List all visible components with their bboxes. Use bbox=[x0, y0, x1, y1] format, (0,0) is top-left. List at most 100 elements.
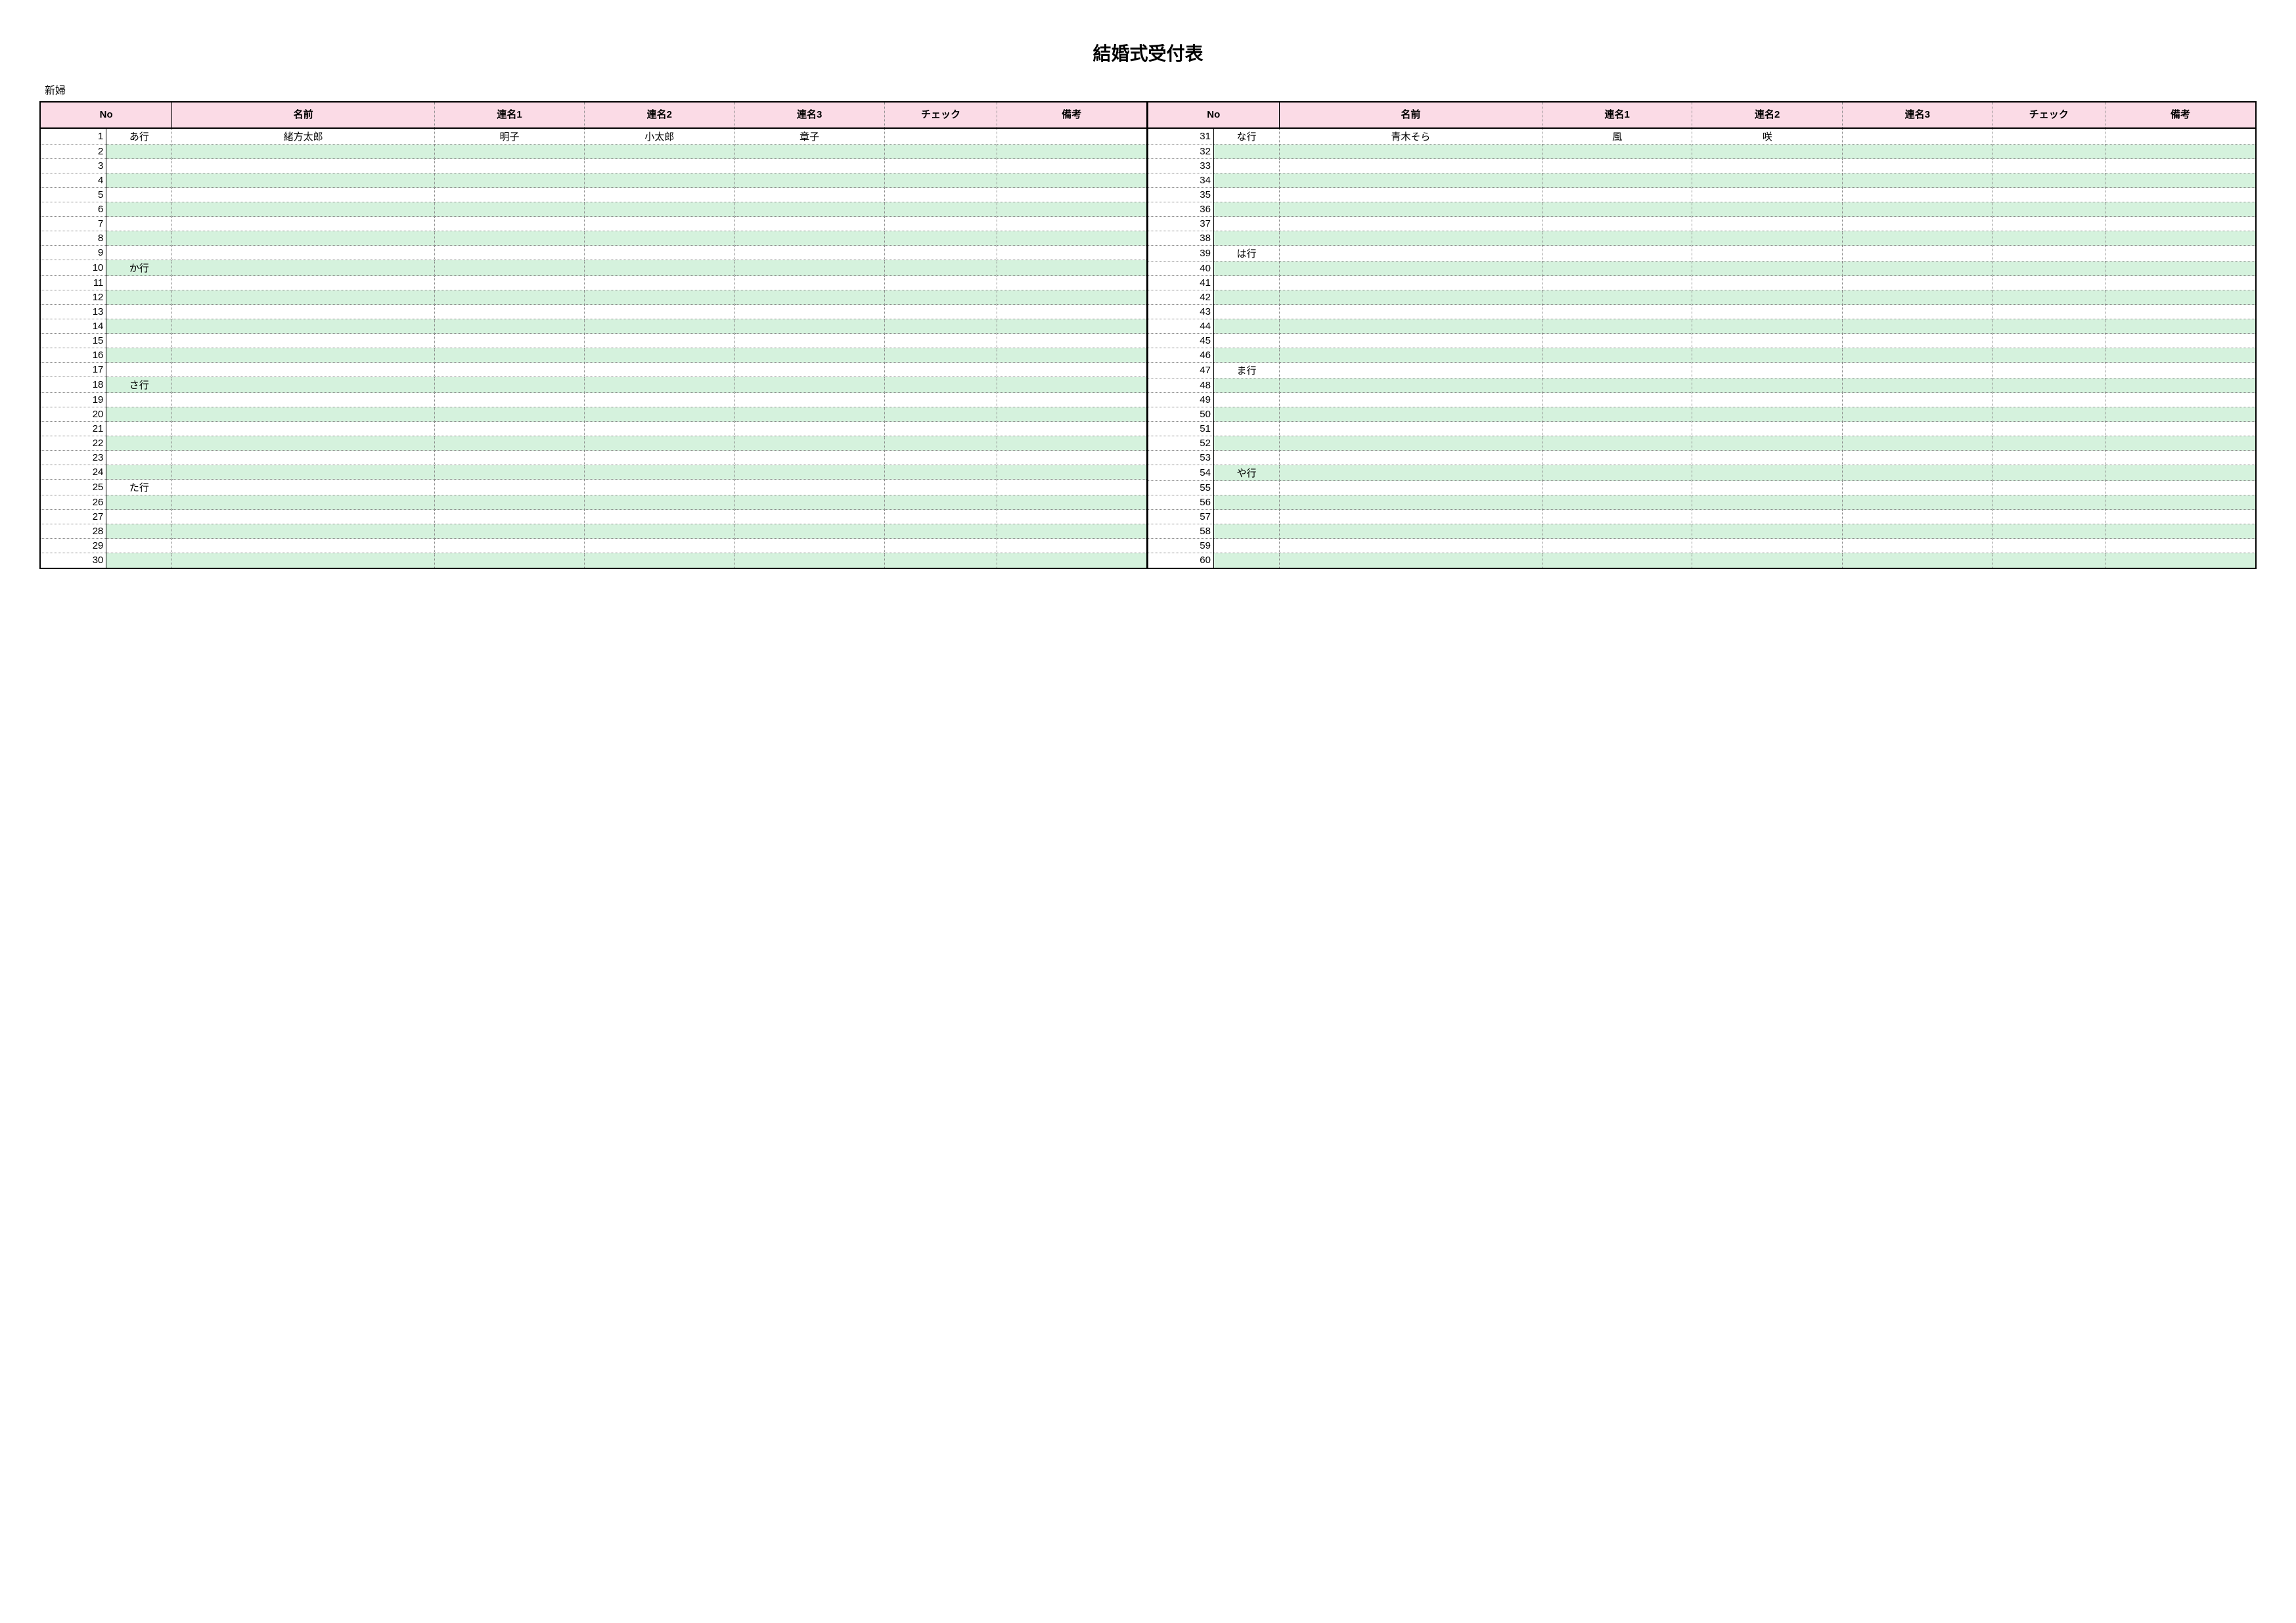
row-number: 58 bbox=[1148, 524, 1214, 539]
cell-name bbox=[1279, 202, 1542, 217]
cell-rn3 bbox=[1842, 145, 1992, 159]
cell-note bbox=[2105, 348, 2255, 363]
cell-rn2: 咲 bbox=[1692, 128, 1843, 145]
cell-rn3 bbox=[734, 465, 884, 480]
cell-rn3 bbox=[734, 436, 884, 451]
cell-check bbox=[884, 188, 997, 202]
cell-name bbox=[1279, 422, 1542, 436]
cell-rn2 bbox=[1692, 334, 1843, 348]
col-header: 名前 bbox=[172, 103, 435, 128]
table-row: 2 bbox=[41, 145, 1147, 159]
cell-name bbox=[1279, 276, 1542, 290]
row-group bbox=[1213, 393, 1279, 407]
cell-rn2 bbox=[1692, 231, 1843, 246]
cell-rn1 bbox=[434, 319, 584, 334]
row-number: 10 bbox=[41, 260, 106, 276]
cell-note bbox=[2105, 481, 2255, 495]
cell-check bbox=[1992, 159, 2105, 173]
tables-wrapper: No名前連名1連名2連名3チェック備考 1あ行緒方太郎明子小太郎章子234567… bbox=[39, 101, 2257, 569]
cell-rn1 bbox=[1542, 465, 1692, 481]
cell-rn2 bbox=[1692, 159, 1843, 173]
cell-check bbox=[884, 202, 997, 217]
row-group bbox=[106, 539, 172, 553]
cell-rn3 bbox=[734, 407, 884, 422]
cell-check bbox=[884, 173, 997, 188]
cell-rn1 bbox=[434, 465, 584, 480]
cell-rn3 bbox=[1842, 553, 1992, 568]
row-group bbox=[1213, 378, 1279, 393]
cell-rn2 bbox=[1692, 173, 1843, 188]
page-title: 結婚式受付表 bbox=[39, 39, 2257, 66]
cell-name bbox=[1279, 145, 1542, 159]
cell-note bbox=[2105, 393, 2255, 407]
row-group bbox=[106, 465, 172, 480]
col-header: 連名3 bbox=[1842, 103, 1992, 128]
cell-check bbox=[1992, 553, 2105, 568]
row-number: 4 bbox=[41, 173, 106, 188]
row-number: 57 bbox=[1148, 510, 1214, 524]
row-group bbox=[106, 290, 172, 305]
table-row: 33 bbox=[1148, 159, 2256, 173]
table-row: 23 bbox=[41, 451, 1147, 465]
cell-name bbox=[1279, 262, 1542, 276]
row-group bbox=[1213, 276, 1279, 290]
row-group bbox=[106, 202, 172, 217]
row-group bbox=[106, 363, 172, 377]
cell-rn2 bbox=[585, 202, 734, 217]
table-row: 12 bbox=[41, 290, 1147, 305]
cell-rn1 bbox=[434, 510, 584, 524]
cell-rn1 bbox=[434, 480, 584, 495]
cell-name bbox=[172, 348, 435, 363]
row-group bbox=[1213, 188, 1279, 202]
row-number: 26 bbox=[41, 495, 106, 510]
cell-rn2 bbox=[1692, 481, 1843, 495]
cell-check bbox=[1992, 363, 2105, 378]
cell-rn2 bbox=[1692, 145, 1843, 159]
row-number: 41 bbox=[1148, 276, 1214, 290]
cell-rn2 bbox=[1692, 202, 1843, 217]
cell-rn3 bbox=[1842, 246, 1992, 262]
cell-rn1 bbox=[434, 334, 584, 348]
cell-rn3 bbox=[1842, 510, 1992, 524]
cell-note bbox=[997, 407, 1147, 422]
cell-note bbox=[2105, 363, 2255, 378]
cell-note bbox=[2105, 290, 2255, 305]
cell-rn2 bbox=[585, 377, 734, 393]
col-header: 連名3 bbox=[734, 103, 884, 128]
table-row: 47ま行 bbox=[1148, 363, 2256, 378]
row-number: 60 bbox=[1148, 553, 1214, 568]
table-row: 5 bbox=[41, 188, 1147, 202]
cell-rn3 bbox=[1842, 451, 1992, 465]
table-row: 19 bbox=[41, 393, 1147, 407]
table-row: 3 bbox=[41, 159, 1147, 173]
row-number: 5 bbox=[41, 188, 106, 202]
cell-rn1 bbox=[1542, 451, 1692, 465]
cell-rn1 bbox=[434, 145, 584, 159]
cell-name bbox=[1279, 348, 1542, 363]
row-group: さ行 bbox=[106, 377, 172, 393]
table-row: 49 bbox=[1148, 393, 2256, 407]
cell-rn3 bbox=[1842, 393, 1992, 407]
cell-check bbox=[1992, 188, 2105, 202]
row-number: 55 bbox=[1148, 481, 1214, 495]
cell-rn1 bbox=[1542, 262, 1692, 276]
cell-name bbox=[1279, 510, 1542, 524]
row-group bbox=[1213, 422, 1279, 436]
cell-name bbox=[172, 334, 435, 348]
row-group: な行 bbox=[1213, 128, 1279, 145]
cell-rn3 bbox=[734, 260, 884, 276]
cell-name bbox=[1279, 481, 1542, 495]
cell-check bbox=[884, 290, 997, 305]
cell-check bbox=[1992, 510, 2105, 524]
table-row: 51 bbox=[1148, 422, 2256, 436]
cell-check bbox=[884, 159, 997, 173]
row-group: た行 bbox=[106, 480, 172, 495]
row-group bbox=[106, 553, 172, 568]
cell-rn2 bbox=[585, 188, 734, 202]
cell-name bbox=[172, 451, 435, 465]
cell-rn3 bbox=[734, 363, 884, 377]
row-number: 54 bbox=[1148, 465, 1214, 481]
cell-note bbox=[2105, 378, 2255, 393]
row-group bbox=[1213, 407, 1279, 422]
table-row: 25た行 bbox=[41, 480, 1147, 495]
